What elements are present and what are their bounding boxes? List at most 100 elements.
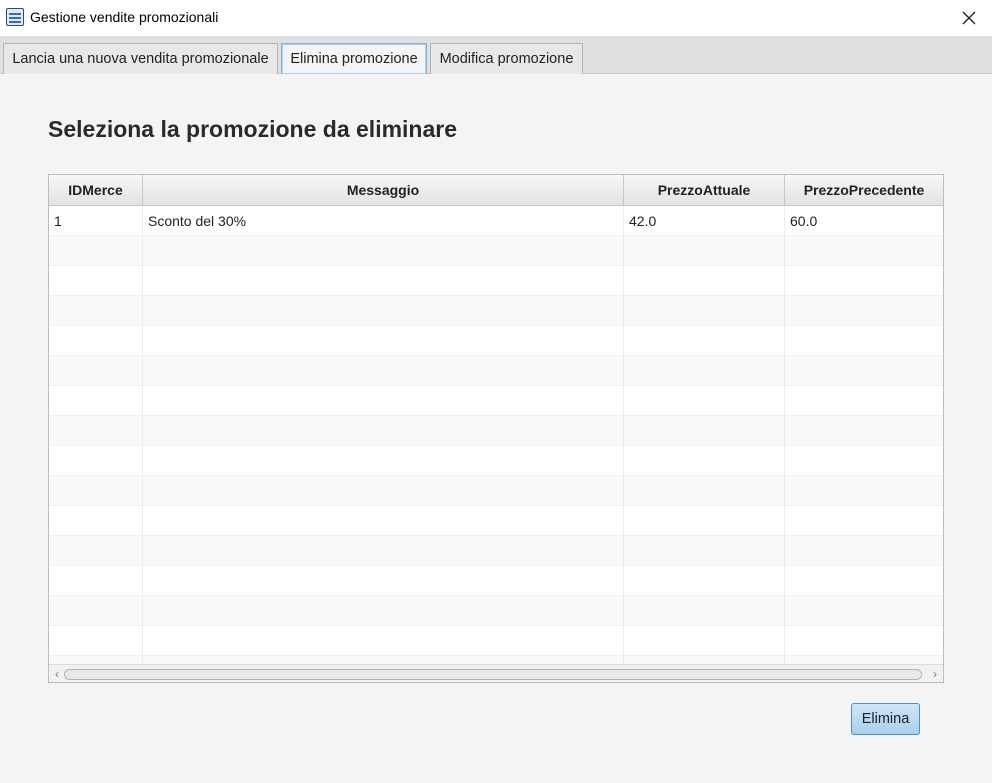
column-header-prezzo-attuale[interactable]: PrezzoAttuale [624,175,785,205]
table-cell-prezzoattuale [624,506,785,536]
table-cell-messaggio: Sconto del 30% [143,206,624,236]
table-row-empty[interactable] [49,596,943,626]
table-cell-idmerce [49,626,143,656]
table-cell-messaggio [143,236,624,266]
tab-label: Lancia una nuova vendita promozionale [12,51,269,67]
table-row-empty[interactable] [49,266,943,296]
table-cell-idmerce [49,446,143,476]
horizontal-scrollbar[interactable]: ‹ › [49,664,943,682]
table-row-empty[interactable] [49,356,943,386]
table-row-empty[interactable] [49,296,943,326]
column-header-messaggio[interactable]: Messaggio [143,175,624,205]
tab-label: Elimina promozione [290,51,418,67]
table-row-empty[interactable] [49,236,943,266]
table-cell-idmerce [49,386,143,416]
table-cell-prezzoattuale [624,626,785,656]
table-cell-idmerce [49,566,143,596]
table-cell-prezzoattuale [624,266,785,296]
scroll-right-arrow-icon[interactable]: › [928,666,942,682]
table-cell-idmerce: 1 [49,206,143,236]
promotions-table[interactable]: IDMerce Messaggio PrezzoAttuale PrezzoPr… [48,174,944,683]
table-cell-idmerce [49,266,143,296]
close-button[interactable] [946,0,992,36]
table-body: 1 Sconto del 30% 42.0 60.0 [49,206,943,682]
table-row-empty[interactable] [49,326,943,356]
table-cell-prezzoprecedente [785,266,943,296]
table-cell-prezzoprecedente [785,626,943,656]
table-cell-prezzoprecedente [785,296,943,326]
table-row-empty[interactable] [49,626,943,656]
table-cell-prezzoattuale [624,536,785,566]
table-cell-messaggio [143,326,624,356]
table-cell-prezzoprecedente [785,416,943,446]
tab-lancia-promozione[interactable]: Lancia una nuova vendita promozionale [3,43,278,74]
elimina-button[interactable]: Elimina [851,703,920,735]
table-cell-prezzoattuale [624,446,785,476]
table-cell-prezzoprecedente [785,506,943,536]
table-cell-prezzoattuale [624,596,785,626]
table-row-empty[interactable] [49,566,943,596]
app-icon [6,8,24,26]
page-title: Seleziona la promozione da eliminare [48,116,458,142]
table-cell-messaggio [143,296,624,326]
table-cell-prezzoprecedente: 60.0 [790,213,818,229]
table-cell-prezzoprecedente [785,446,943,476]
table-cell-idmerce [49,506,143,536]
close-icon [962,11,976,25]
column-header-idmerce[interactable]: IDMerce [49,175,143,205]
table-cell-messaggio [143,476,624,506]
table-cell-idmerce [49,416,143,446]
table-cell-prezzoattuale [624,296,785,326]
table-cell-prezzoprecedente [785,356,943,386]
table-row-empty[interactable] [49,506,943,536]
table-cell-prezzoprecedente [785,476,943,506]
table-cell-idmerce [49,476,143,506]
table-cell-idmerce [49,296,143,326]
table-cell-idmerce [49,356,143,386]
table-cell-prezzoattuale [624,386,785,416]
tab-elimina-promozione[interactable]: Elimina promozione [281,43,427,74]
scroll-left-arrow-icon[interactable]: ‹ [50,666,64,682]
table-cell-prezzoprecedente [785,566,943,596]
scrollbar-thumb[interactable] [64,669,922,680]
tab-label: Modifica promozione [439,51,574,67]
table-cell-prezzoattuale [624,326,785,356]
table-cell-prezzoattuale [624,236,785,266]
table-cell-prezzoprecedente [785,536,943,566]
table-cell-messaggio [143,536,624,566]
table-cell-messaggio [143,626,624,656]
title-bar: Gestione vendite promozionali [0,0,992,36]
table-cell-idmerce [49,596,143,626]
table-header: IDMerce Messaggio PrezzoAttuale PrezzoPr… [49,175,943,206]
table-cell-idmerce [49,326,143,356]
table-row[interactable]: 1 Sconto del 30% 42.0 60.0 [49,206,943,236]
table-row-empty[interactable] [49,536,943,566]
table-cell-prezzoattuale: 42.0 [624,206,785,236]
tab-modifica-promozione[interactable]: Modifica promozione [430,43,583,74]
window-title: Gestione vendite promozionali [30,9,219,25]
table-cell-messaggio [143,506,624,536]
table-cell-messaggio [143,596,624,626]
table-cell-prezzoprecedente [785,386,943,416]
table-row-empty[interactable] [49,476,943,506]
table-cell-prezzoattuale [624,416,785,446]
table-cell-messaggio [143,386,624,416]
table-cell-prezzoattuale [624,476,785,506]
table-cell-prezzoprecedente [785,596,943,626]
table-cell-messaggio [143,356,624,386]
column-header-prezzo-precedente[interactable]: PrezzoPrecedente [785,175,943,205]
table-row-empty[interactable] [49,386,943,416]
table-cell-prezzoprecedente [785,326,943,356]
table-cell-prezzoattuale [624,566,785,596]
table-cell-messaggio [143,446,624,476]
table-cell-idmerce [49,536,143,566]
table-cell-prezzoattuale [624,356,785,386]
table-cell-messaggio [143,266,624,296]
table-cell-idmerce [49,236,143,266]
table-cell-prezzoprecedente [785,236,943,266]
tab-bar: Lancia una nuova vendita promozionale El… [0,36,992,74]
table-row-empty[interactable] [49,446,943,476]
table-cell-messaggio [143,566,624,596]
table-cell-messaggio [143,416,624,446]
table-row-empty[interactable] [49,416,943,446]
